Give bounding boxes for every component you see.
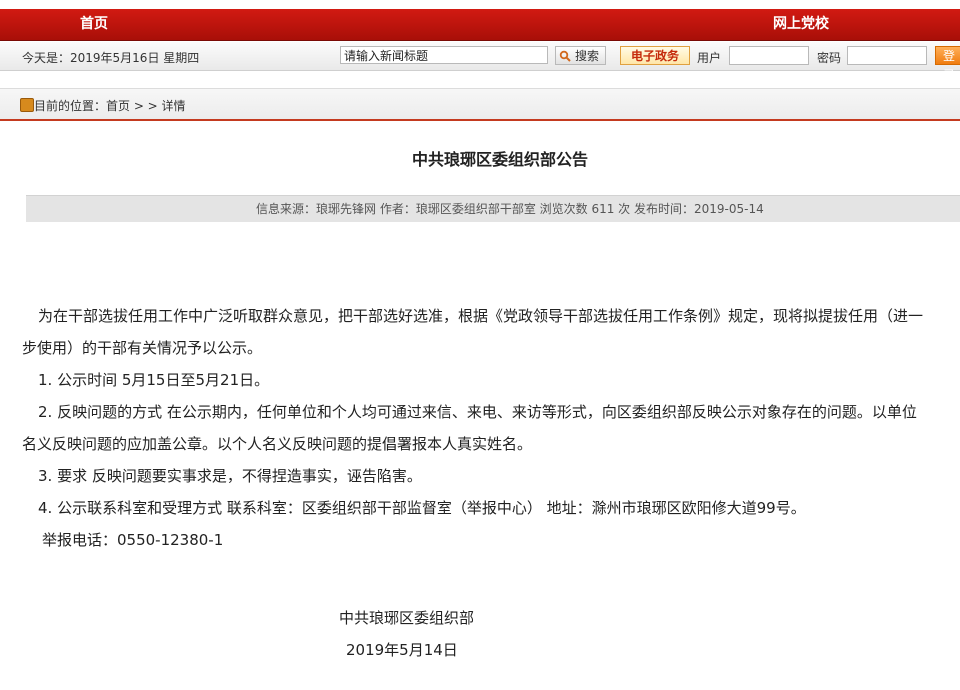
location-icon [20, 98, 34, 112]
item-report-method-line1: 2. 反映问题的方式 在公示期内，任何单位和个人均可通过来信、来电、来访等形式，… [38, 403, 917, 421]
username-label: 用户 [697, 51, 722, 65]
signer: 中共琅琊区委组织部 [339, 609, 475, 627]
news-search-input[interactable] [340, 46, 548, 64]
article-meta: 信息来源：琅琊先锋网 作者：琅琊区委组织部干部室 浏览次数 611 次 发布时间… [256, 202, 764, 216]
password-label: 密码 [817, 51, 842, 65]
article-meta-bar: 信息来源：琅琊先锋网 作者：琅琊区委组织部干部室 浏览次数 611 次 发布时间… [26, 195, 960, 222]
report-phone: 举报电话：0550-12380-1 [42, 531, 224, 549]
top-nav-bar: 首页 网上党校 [0, 9, 960, 41]
info-bar: 今天是：2019年5月16日 星期四 搜索 电子政务 用户 密码 登录 [0, 42, 960, 82]
item-report-method-line2: 名义反映问题的应加盖公章。以个人名义反映问题的提倡署报本人真实姓名。 [22, 435, 533, 453]
nav-home-link[interactable]: 首页 [80, 9, 108, 40]
article-title: 中共琅琊区委组织部公告 [411, 150, 588, 169]
breadcrumb: 目前的位置：首页 > > 详情 [34, 99, 186, 113]
nav-party-school-link[interactable]: 网上党校 [773, 9, 829, 40]
username-field[interactable] [729, 46, 809, 65]
login-button[interactable]: 登录 [935, 46, 960, 82]
search-button-label: 搜索 [575, 49, 600, 63]
item-contact: 4. 公示联系科室和受理方式 联系科室：区委组织部干部监督室（举报中心） 地址：… [38, 499, 806, 517]
search-icon [559, 50, 571, 62]
breadcrumb-bar: 目前的位置：首页 > > 详情 [0, 88, 960, 121]
sign-date: 2019年5月14日 [346, 641, 458, 659]
paragraph-intro-line2: 步使用）的干部有关情况予以公示。 [22, 339, 263, 357]
current-date: 今天是：2019年5月16日 星期四 [22, 51, 200, 65]
search-button[interactable]: 搜索 [555, 46, 606, 65]
item-publicity-time: 1. 公示时间 5月15日至5月21日。 [38, 371, 270, 389]
paragraph-intro-line1: 为在干部选拔任用工作中广泛听取群众意见，把干部选好选准，根据《党政领导干部选拔任… [38, 307, 924, 325]
password-field[interactable] [847, 46, 927, 65]
egov-badge[interactable]: 电子政务 [620, 46, 690, 65]
item-requirements: 3. 要求 反映问题要实事求是，不得捏造事实，诬告陷害。 [38, 467, 422, 485]
